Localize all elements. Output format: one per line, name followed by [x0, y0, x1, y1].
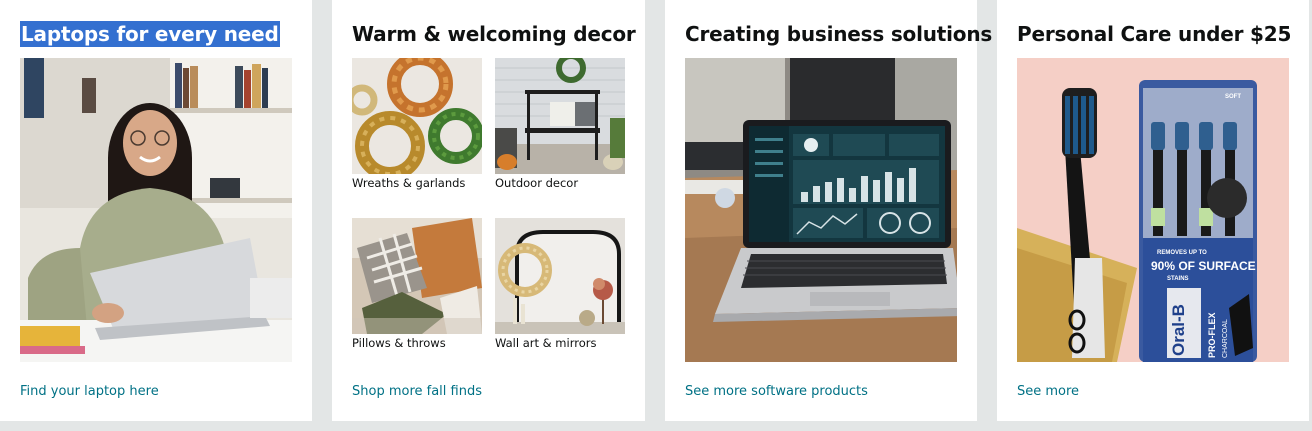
card-title: Personal Care under $25	[1017, 22, 1292, 46]
card-personal-care: Personal Care under $25 Oral-B PRO-FLEX …	[997, 0, 1309, 421]
quad-pillows[interactable]: Pillows & throws	[352, 218, 482, 350]
brand-text: Oral-B	[1169, 304, 1188, 356]
quad-wallart[interactable]: Wall art & mirrors	[495, 218, 625, 350]
variant-text: CHARCOAL	[1222, 319, 1229, 358]
claim-line-3: STAINS	[1167, 276, 1189, 282]
card-business: Creating business solutions See more sof…	[665, 0, 992, 421]
find-laptop-link[interactable]: Find your laptop here	[20, 383, 159, 400]
software-products-link[interactable]: See more software products	[685, 383, 868, 400]
quad-label: Wall art & mirrors	[495, 336, 597, 350]
quad-label: Outdoor decor	[495, 176, 579, 190]
claim-line-1: REMOVES UP TO	[1157, 250, 1207, 256]
outdoor-decor-image	[495, 58, 625, 174]
quad-wreaths[interactable]: Wreaths & garlands	[352, 58, 482, 190]
card-title: Warm & welcoming decor	[352, 22, 636, 46]
see-more-link[interactable]: See more	[1017, 383, 1079, 400]
pillows-image	[352, 218, 482, 334]
business-laptop-image[interactable]	[685, 58, 957, 362]
wreaths-image	[352, 58, 482, 174]
card-title: Creating business solutions	[685, 22, 993, 46]
claim-line-2: 90% OF SURFACE	[1151, 259, 1256, 273]
laptop-hero-image[interactable]	[20, 58, 292, 362]
line-text: PRO-FLEX	[1207, 312, 1217, 358]
card-laptops: Laptops for every need Find your laptop …	[0, 0, 312, 421]
quad-label: Wreaths & garlands	[352, 176, 466, 190]
soft-text: SOFT	[1225, 94, 1241, 100]
card-decor: Warm & welcoming decor Wreaths & garland…	[332, 0, 645, 421]
shop-fall-finds-link[interactable]: Shop more fall finds	[352, 383, 482, 400]
quad-label: Pillows & throws	[352, 336, 446, 350]
card-title: Laptops for every need	[20, 21, 280, 47]
toothbrush-image[interactable]: Oral-B PRO-FLEX CHARCOAL REMOVES UP TO 9…	[1017, 58, 1289, 362]
wall-art-image	[495, 218, 625, 334]
quad-outdoor[interactable]: Outdoor decor	[495, 58, 625, 190]
